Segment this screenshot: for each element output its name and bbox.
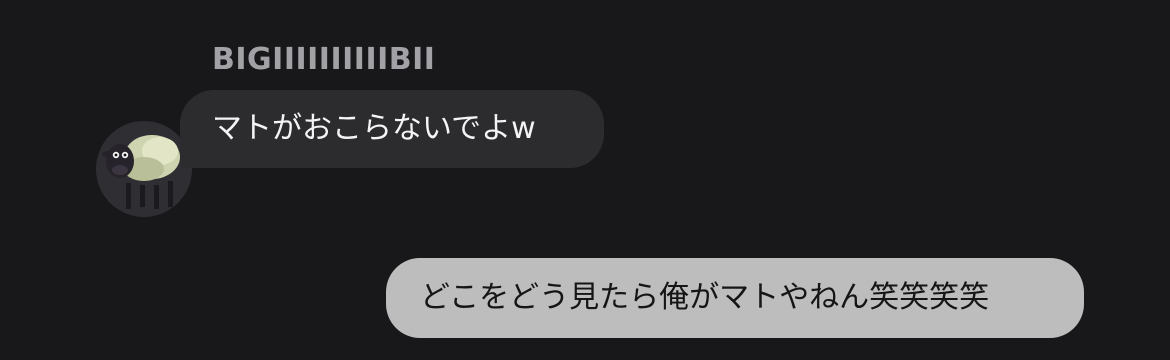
avatar[interactable] — [96, 121, 192, 217]
bubble-tail — [180, 120, 210, 168]
outgoing-message-bubble[interactable]: どこをどう見たら俺がマトやねん笑笑笑笑 — [386, 258, 1084, 338]
chat-thread: BIGIIIIIIIIIIBII マトがおこらないでよw どこをどう見たら俺がマ… — [0, 0, 1170, 360]
sender-name: BIGIIIIIIIIIIBII — [212, 42, 436, 77]
outgoing-message-text: どこをどう見たら俺がマトやねん笑笑笑笑 — [420, 280, 990, 315]
sheep-avatar-icon — [102, 135, 180, 209]
incoming-message-bubble[interactable]: マトがおこらないでよw — [180, 90, 604, 168]
incoming-message-text: マトがおこらないでよw — [212, 111, 536, 146]
